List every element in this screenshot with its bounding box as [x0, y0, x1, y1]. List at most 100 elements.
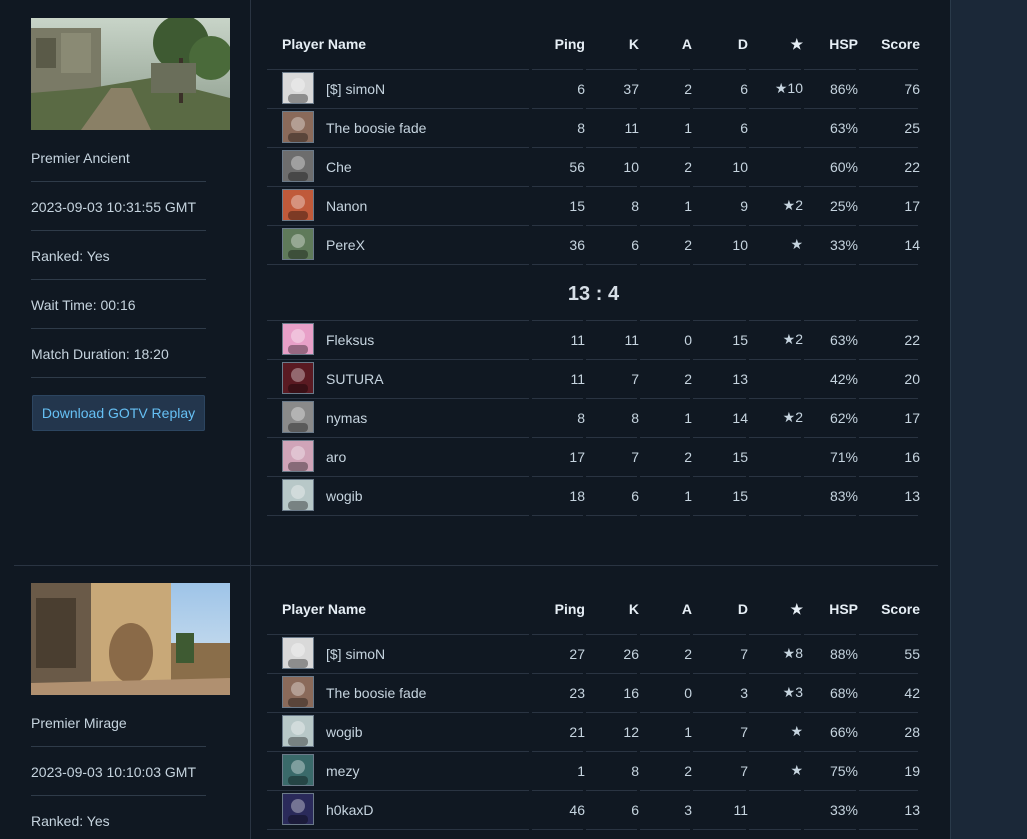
stat-score: 25 — [904, 119, 920, 136]
stat-k: 6 — [631, 801, 639, 818]
stat-a: 2 — [684, 158, 692, 175]
stat-d: 10 — [732, 236, 748, 253]
stat-mvp: ★2 — [782, 409, 803, 425]
comic-face-avatar[interactable] — [282, 479, 314, 511]
anime-girl-avatar[interactable] — [282, 637, 314, 669]
column-header-a[interactable]: A — [682, 36, 692, 52]
player-name-link[interactable]: mezy — [326, 751, 359, 790]
stat-a: 1 — [684, 487, 692, 504]
player-name-link[interactable]: wogib — [326, 476, 363, 515]
player-row[interactable]: PereX 36 6 2 10 ★ 33% 14 — [267, 225, 920, 264]
stat-score: 13 — [904, 801, 920, 818]
stat-k: 8 — [631, 197, 639, 214]
column-header-ping[interactable]: Ping — [555, 36, 585, 52]
ranked-status: Ranked: Yes — [31, 813, 110, 829]
player-name-link[interactable]: aro — [326, 437, 346, 476]
column-header-hsp[interactable]: HSP — [829, 36, 858, 52]
gray-avatar[interactable] — [282, 401, 314, 433]
column-header-score[interactable]: Score — [881, 601, 920, 617]
player-name-link[interactable]: The boosie fade — [326, 108, 426, 147]
ranked-status: Ranked: Yes — [31, 248, 110, 264]
stat-ping: 21 — [569, 723, 585, 740]
player-row[interactable]: h0kaxD 46 6 3 11 33% 13 — [267, 790, 920, 829]
stat-score: 19 — [904, 762, 920, 779]
anime-girl-avatar[interactable] — [282, 72, 314, 104]
player-name-link[interactable]: The boosie fade — [326, 673, 426, 712]
column-header-a[interactable]: A — [682, 601, 692, 617]
column-header-mvp[interactable]: ★ — [790, 36, 803, 53]
flowers-avatar[interactable] — [282, 189, 314, 221]
player-row[interactable]: SUTURA 11 7 2 13 42% 20 — [267, 359, 920, 398]
player-name-link[interactable]: h0kaxD — [326, 790, 373, 829]
stat-hsp: 62% — [829, 409, 858, 426]
stat-k: 11 — [624, 331, 639, 348]
stat-hsp: 33% — [829, 236, 858, 253]
stat-d: 6 — [740, 80, 748, 97]
column-header-hsp[interactable]: HSP — [829, 601, 858, 617]
stat-ping: 11 — [570, 370, 585, 387]
stat-a: 2 — [684, 448, 692, 465]
player-row[interactable]: Fleksus 11 11 0 15 ★2 63% 22 — [267, 320, 920, 359]
player-row[interactable]: The boosie fade 8 11 1 6 63% 25 — [267, 108, 920, 147]
person-avatar[interactable] — [282, 111, 314, 143]
player-row[interactable]: The boosie fade 23 16 0 3 ★3 68% 42 — [267, 673, 920, 712]
column-header-k[interactable]: K — [629, 601, 639, 617]
stat-score: 20 — [904, 370, 920, 387]
player-row[interactable]: [$] simoN 27 26 2 7 ★8 88% 55 — [267, 634, 920, 673]
player-name-link[interactable]: SUTURA — [326, 359, 384, 398]
column-header-ping[interactable]: Ping — [555, 601, 585, 617]
stat-score: 28 — [904, 723, 920, 740]
teal-avatar[interactable] — [282, 754, 314, 786]
stat-a: 1 — [684, 119, 692, 136]
stat-d: 15 — [732, 331, 748, 348]
toad-avatar[interactable] — [282, 323, 314, 355]
player-row[interactable]: mezy 1 8 2 7 ★ 75% 19 — [267, 751, 920, 790]
player-name-link[interactable]: nymas — [326, 398, 367, 437]
player-name-link[interactable]: Che — [326, 147, 352, 186]
stat-score: 17 — [904, 197, 920, 214]
match-score: 13 : 4 — [567, 283, 620, 305]
player-row[interactable]: Che 56 10 2 10 60% 22 — [267, 147, 920, 186]
right-gutter — [950, 0, 1027, 839]
stat-ping: 23 — [569, 684, 585, 701]
person-avatar[interactable] — [282, 676, 314, 708]
che-avatar[interactable] — [282, 150, 314, 182]
player-name-link[interactable]: [$] simoN — [326, 69, 385, 108]
column-header-d[interactable]: D — [738, 601, 748, 617]
column-header-player[interactable]: Player Name — [282, 36, 366, 52]
player-row[interactable]: [$] simoN 6 37 2 6 ★10 86% 76 — [267, 69, 920, 108]
download-gotv-replay-button[interactable]: Download GOTV Replay — [32, 395, 205, 431]
stat-hsp: 60% — [829, 158, 858, 175]
match-card: Premier Mirage 2023-09-03 10:10:03 GMT R… — [14, 565, 938, 839]
player-row[interactable]: nymas 8 8 1 14 ★2 62% 17 — [267, 398, 920, 437]
player-row[interactable]: wogib 21 12 1 7 ★ 66% 28 — [267, 712, 920, 751]
stat-hsp: 75% — [829, 762, 858, 779]
player-row[interactable]: wogib 18 6 1 15 83% 13 — [267, 476, 920, 515]
stat-k: 10 — [623, 158, 639, 175]
player-name-link[interactable]: [$] simoN — [326, 634, 385, 673]
pink-hair-avatar[interactable] — [282, 440, 314, 472]
player-name-link[interactable]: PereX — [326, 225, 365, 264]
stat-d: 11 — [733, 801, 748, 818]
player-name-link[interactable]: Fleksus — [326, 320, 374, 359]
column-header-mvp[interactable]: ★ — [790, 601, 803, 618]
player-row[interactable]: Nanon 15 8 1 9 ★2 25% 17 — [267, 186, 920, 225]
stat-mvp — [753, 359, 803, 398]
stat-a: 2 — [684, 762, 692, 779]
stat-k: 12 — [623, 723, 639, 740]
column-header-d[interactable]: D — [738, 36, 748, 52]
stat-score: 22 — [904, 331, 920, 348]
player-row[interactable]: aro 17 7 2 15 71% 16 — [267, 437, 920, 476]
anime-dark-avatar[interactable] — [282, 793, 314, 825]
stat-a: 1 — [684, 197, 692, 214]
column-header-k[interactable]: K — [629, 36, 639, 52]
player-name-link[interactable]: wogib — [326, 712, 363, 751]
stat-d: 7 — [740, 723, 748, 740]
match-date: 2023-09-03 10:10:03 GMT — [31, 764, 196, 780]
player-name-link[interactable]: Nanon — [326, 186, 367, 225]
comic-face-avatar[interactable] — [282, 715, 314, 747]
column-header-score[interactable]: Score — [881, 36, 920, 52]
dark-red-avatar[interactable] — [282, 362, 314, 394]
column-header-player[interactable]: Player Name — [282, 601, 366, 617]
pixel-face-avatar[interactable] — [282, 228, 314, 260]
